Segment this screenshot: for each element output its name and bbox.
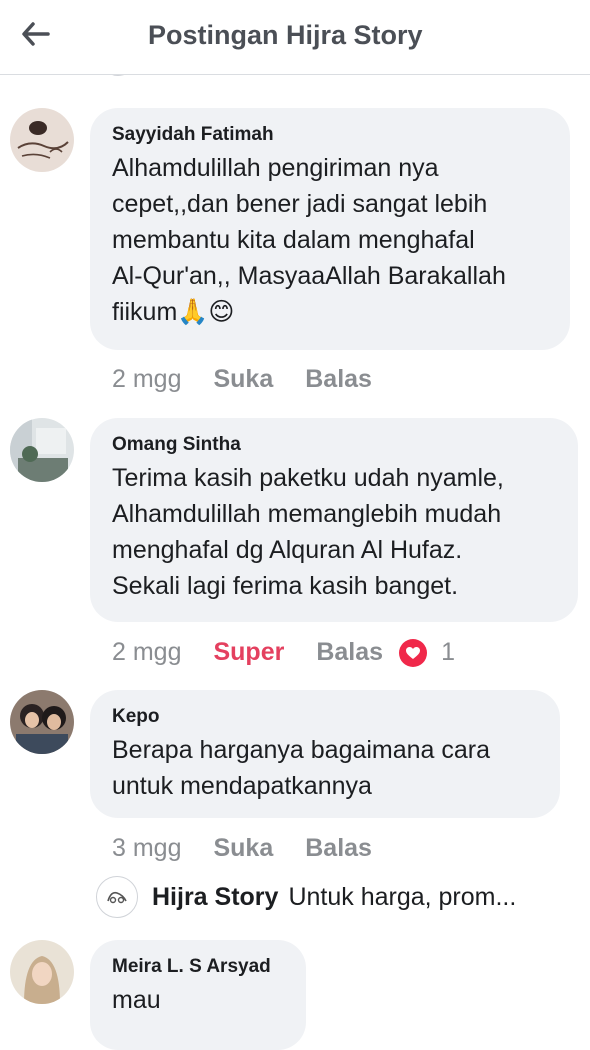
love-reaction-icon[interactable] <box>399 638 428 667</box>
reply-button[interactable]: Balas <box>316 638 383 667</box>
like-button[interactable]: Suka <box>213 365 273 394</box>
avatar[interactable] <box>10 108 74 172</box>
two-people-avatar-image <box>10 690 74 754</box>
logo-icon <box>107 891 127 904</box>
reply-text: Untuk harga, prom... <box>288 882 517 911</box>
comment-author[interactable]: Meira L. S Arsyad <box>112 954 284 980</box>
reply-button[interactable]: Balas <box>305 365 372 394</box>
comment-author[interactable]: Kepo <box>112 704 538 730</box>
page-title: Postingan Hijra Story <box>148 20 423 50</box>
comment-bubble[interactable]: Meira L. S Arsyad mau <box>90 940 306 1050</box>
comment-bubble[interactable]: Sayyidah Fatimah Alhamdulillah pengirima… <box>90 108 570 350</box>
comment-text: Alhamdulillah pengiriman nya cepet,,dan … <box>112 154 506 326</box>
hijab-avatar-image <box>10 940 74 1004</box>
avatar[interactable] <box>10 690 74 754</box>
arrow-left-icon <box>22 22 50 46</box>
comment-text: Terima kasih paketku udah nyamle, Alhamd… <box>112 464 504 600</box>
like-button[interactable]: Suka <box>213 834 273 863</box>
comment-text: mau <box>112 986 161 1014</box>
avatar[interactable] <box>10 418 74 482</box>
comment-author[interactable]: Omang Sintha <box>112 432 556 458</box>
reply-button[interactable]: Balas <box>305 834 372 863</box>
top-bar: Postingan Hijra Story <box>0 0 590 75</box>
calligraphy-avatar-image <box>10 108 74 172</box>
comment-bubble[interactable]: Omang Sintha Terima kasih paketku udah n… <box>90 418 578 622</box>
comment-author[interactable]: Sayyidah Fatimah <box>112 122 548 148</box>
comment-actions: 3 mgg Suka Balas <box>112 834 404 863</box>
reply-author[interactable]: Hijra Story <box>152 883 278 912</box>
avatar[interactable] <box>10 940 74 1004</box>
back-button[interactable] <box>18 16 54 52</box>
reply-preview[interactable]: Hijra Story Untuk harga, prom... <box>96 876 516 918</box>
comment-actions: 2 mgg Super Balas 1 <box>112 638 455 667</box>
reaction-button[interactable]: Super <box>213 638 284 667</box>
comment-text: Berapa harganya bagaimana cara untuk men… <box>112 736 491 800</box>
comment-timestamp[interactable]: 3 mgg <box>112 834 181 863</box>
comment-actions: 2 mgg Suka Balas <box>112 365 404 394</box>
comment-timestamp[interactable]: 2 mgg <box>112 365 181 394</box>
room-avatar-image <box>10 418 74 482</box>
reaction-count[interactable]: 1 <box>441 638 455 667</box>
comment-timestamp[interactable]: 2 mgg <box>112 638 181 667</box>
comment-bubble[interactable]: Kepo Berapa harganya bagaimana cara untu… <box>90 690 560 818</box>
avatar[interactable] <box>96 876 138 918</box>
